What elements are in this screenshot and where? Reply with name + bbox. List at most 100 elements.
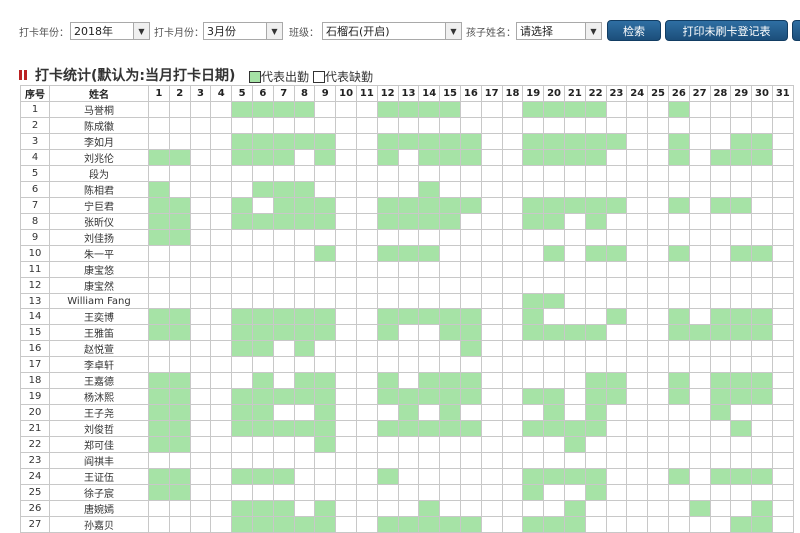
row-seq: 26 <box>20 500 50 517</box>
day-cell-absent <box>626 117 649 134</box>
child-select[interactable]: 请选择 ▼ <box>516 22 602 40</box>
day-cell-absent <box>501 372 524 389</box>
absent-swatch <box>313 70 325 83</box>
day-cell-absent <box>771 388 794 405</box>
day-cell-absent <box>210 293 233 309</box>
day-cell-absent <box>543 372 565 389</box>
day-cell-absent <box>439 340 461 357</box>
day-cell-present <box>314 133 337 150</box>
day-cell-absent <box>355 101 378 118</box>
day-cell-present <box>418 372 441 389</box>
day-cell-absent <box>501 149 524 166</box>
day-cell-absent <box>439 165 461 182</box>
day-cell-absent <box>168 133 191 150</box>
day-cell-absent <box>626 308 649 325</box>
day-cell-absent <box>355 165 378 182</box>
day-cell-absent <box>751 340 773 357</box>
header-day: 12 <box>376 85 399 102</box>
day-cell-absent <box>480 516 503 533</box>
class-label: 班级： <box>289 27 319 39</box>
day-cell-present <box>543 324 565 341</box>
day-cell-absent <box>688 213 711 230</box>
day-cell-present <box>251 468 274 485</box>
day-cell-present <box>418 500 441 517</box>
month-select[interactable]: 3月份 ▼ <box>203 22 283 40</box>
day-cell-absent <box>563 165 586 182</box>
day-cell-present <box>584 101 607 118</box>
day-cell-absent <box>397 436 420 453</box>
day-cell-absent <box>459 213 482 230</box>
day-cell-present <box>251 149 274 166</box>
day-cell-absent <box>189 420 212 437</box>
day-cell-absent <box>335 117 357 134</box>
day-cell-absent <box>439 452 461 469</box>
day-cell-absent <box>231 117 253 134</box>
day-cell-present <box>272 500 295 517</box>
day-cell-present <box>709 388 732 405</box>
day-cell-absent <box>272 452 295 469</box>
day-cell-absent <box>605 293 628 309</box>
print-unswiped-button[interactable]: 打印未刷卡登记表 <box>665 20 788 41</box>
day-cell-absent <box>459 452 482 469</box>
header-day: 30 <box>751 85 773 102</box>
year-select[interactable]: 2018年 ▼ <box>70 22 150 40</box>
day-cell-absent <box>168 356 191 373</box>
day-cell-present <box>314 500 337 517</box>
day-cell-absent <box>189 165 212 182</box>
day-cell-absent <box>148 340 170 357</box>
day-cell-present <box>584 197 607 214</box>
day-cell-absent <box>439 293 461 309</box>
day-cell-absent <box>272 356 295 373</box>
day-cell-absent <box>647 324 669 341</box>
day-cell-absent <box>563 117 586 134</box>
day-cell-absent <box>501 324 524 341</box>
table-row: 11 康宝悠 <box>20 261 794 278</box>
row-seq: 11 <box>20 261 50 278</box>
day-cell-absent <box>272 117 295 134</box>
search-button[interactable]: 检索 <box>607 20 661 41</box>
day-cell-present <box>168 149 191 166</box>
day-cell-absent <box>543 277 565 294</box>
day-cell-present <box>293 308 316 325</box>
day-cell-absent <box>501 245 524 262</box>
day-cell-present <box>376 308 399 325</box>
table-row: 23 阎祺丰 <box>20 452 794 469</box>
day-cell-absent <box>251 277 274 294</box>
day-cell-present <box>439 404 461 421</box>
day-cell-absent <box>355 181 378 198</box>
day-cell-absent <box>168 293 191 309</box>
day-cell-present <box>709 308 732 325</box>
day-cell-absent <box>251 452 274 469</box>
day-cell-present <box>522 149 545 166</box>
day-cell-absent <box>231 452 253 469</box>
day-cell-absent <box>563 356 586 373</box>
day-cell-absent <box>626 213 649 230</box>
day-cell-present <box>168 404 191 421</box>
day-cell-absent <box>563 484 586 501</box>
row-name: 赵悦萱 <box>49 340 149 357</box>
present-swatch <box>249 70 261 83</box>
day-cell-absent <box>272 245 295 262</box>
day-cell-absent <box>314 181 337 198</box>
day-cell-absent <box>418 293 441 309</box>
extra-button[interactable] <box>792 20 800 41</box>
day-cell-absent <box>480 149 503 166</box>
day-cell-absent <box>688 420 711 437</box>
day-cell-present <box>584 324 607 341</box>
day-cell-absent <box>189 356 212 373</box>
day-cell-absent <box>335 356 357 373</box>
day-cell-absent <box>688 133 711 150</box>
class-select[interactable]: 石榴石(开启) ▼ <box>322 22 462 40</box>
day-cell-absent <box>751 452 773 469</box>
day-cell-absent <box>522 245 545 262</box>
header-day: 13 <box>397 85 420 102</box>
table-row: 27 孙嘉贝 <box>20 516 794 533</box>
row-name: 郑可佳 <box>49 436 149 453</box>
day-cell-present <box>148 149 170 166</box>
day-cell-absent <box>688 484 711 501</box>
day-cell-absent <box>231 372 253 389</box>
day-cell-present <box>376 213 399 230</box>
day-cell-absent <box>148 293 170 309</box>
day-cell-absent <box>439 181 461 198</box>
day-cell-absent <box>730 165 753 182</box>
